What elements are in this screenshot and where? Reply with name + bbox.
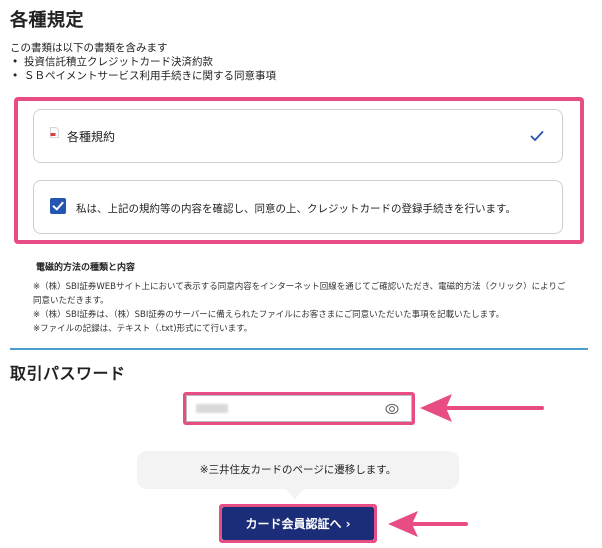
- electronic-notice-line: ※（株）SBI証券WEBサイト上において表示する同意内容をインターネット回線を通…: [33, 282, 566, 306]
- redirect-tooltip-text: ※三井住友カードのページに遷移します。: [199, 464, 397, 476]
- terms-intro-text: この書類は以下の書類を含みます: [10, 42, 168, 54]
- eye-icon[interactable]: [385, 403, 399, 415]
- electronic-notice-body: ※（株）SBI証券WEBサイト上において表示する同意内容をインターネット回線を通…: [33, 280, 573, 336]
- password-masked-value: [196, 404, 228, 413]
- electronic-notice-line: ※ファイルの記録は、テキスト（.txt)形式にて行います。: [33, 324, 253, 334]
- card-auth-button[interactable]: カード会員認証へ ›: [222, 507, 374, 540]
- annotation-arrow-password: [420, 394, 544, 422]
- electronic-notice-line: ※（株）SBI証券は、（株）SBI証券のサーバーに備えられたファイルにお客さまに…: [33, 310, 505, 320]
- agreement-checkbox[interactable]: [50, 198, 66, 214]
- terms-bullet-list: 投資信託積立クレジットカード決済約款 ＳＢペイメントサービス利用手続きに関する同…: [10, 55, 276, 83]
- annotation-arrow-submit: [388, 511, 468, 537]
- checkbox-check-icon: [52, 201, 64, 211]
- section-divider: [10, 348, 588, 350]
- document-card-label: 各種規約: [67, 130, 116, 144]
- pdf-icon: [50, 127, 59, 138]
- agreement-label[interactable]: 私は、上記の規約等の内容を確認し、同意の上、クレジットカードの登録手続きを行いま…: [76, 201, 516, 216]
- terms-bullet-item: ＳＢペイメントサービス利用手続きに関する同意事項: [10, 69, 276, 83]
- terms-bullet-item: 投資信託積立クレジットカード決済約款: [10, 55, 276, 69]
- checkmark-icon: [530, 131, 544, 141]
- electronic-notice-title: 電磁的方法の種類と内容: [36, 263, 136, 273]
- section-title-password: 取引パスワード: [10, 364, 126, 383]
- tooltip-tail: [286, 489, 304, 499]
- section-title-terms: 各種規定: [10, 10, 84, 31]
